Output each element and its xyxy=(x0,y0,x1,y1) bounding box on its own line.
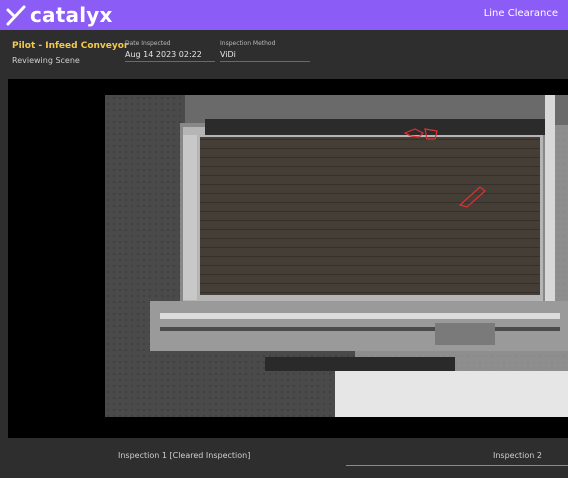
inspection-image-viewer[interactable] xyxy=(8,79,568,438)
date-inspected-value: Aug 14 2023 02:22 xyxy=(125,50,215,62)
app-title: Line Clearance xyxy=(483,8,558,19)
catalyx-logo-icon xyxy=(6,5,26,26)
date-inspected-label: Date Inspected xyxy=(125,40,171,47)
tab-inspection-1[interactable]: Inspection 1 [Cleared Inspection] xyxy=(118,451,250,460)
logo-text: catalyx xyxy=(30,3,113,27)
inspection-method-field: Inspection Method ViDi xyxy=(220,40,310,62)
scene-status: Reviewing Scene xyxy=(12,56,80,65)
date-inspected-field: Date Inspected Aug 14 2023 02:22 xyxy=(125,40,215,62)
inspection-image xyxy=(105,95,568,417)
station-name: Pilot - Infeed Conveyor xyxy=(12,41,129,51)
footer-area xyxy=(0,478,568,502)
inspection-method-value: ViDi xyxy=(220,50,310,62)
inspection-tabs: Inspection 1 [Cleared Inspection] Inspec… xyxy=(0,438,568,478)
catalyx-logo[interactable]: catalyx xyxy=(4,2,113,28)
active-tab-indicator xyxy=(346,465,568,466)
inspection-method-label: Inspection Method xyxy=(220,40,276,47)
top-bar: catalyx Line Clearance xyxy=(0,0,568,30)
inspection-info-bar: Pilot - Infeed Conveyor Reviewing Scene … xyxy=(0,30,568,74)
tab-inspection-2[interactable]: Inspection 2 xyxy=(493,451,542,460)
